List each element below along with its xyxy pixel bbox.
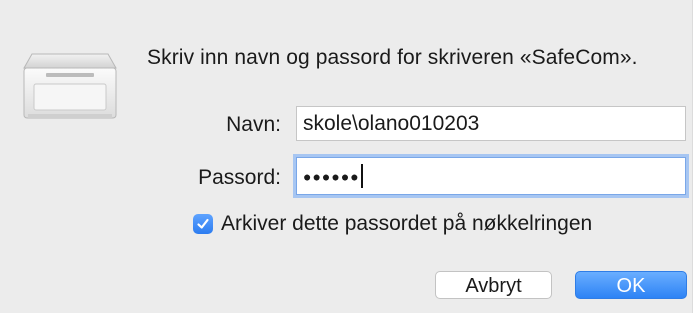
text-caret xyxy=(360,164,363,189)
password-dialog: Skriv inn navn og passord for skriveren … xyxy=(0,0,693,313)
password-field[interactable]: ●●●●●● xyxy=(296,157,686,195)
name-field[interactable]: skole\olano010203 xyxy=(296,106,686,141)
remember-password-row[interactable]: Arkiver dette passordet på nøkkelringen xyxy=(193,212,592,236)
name-label: Navn: xyxy=(226,113,281,136)
printer-icon xyxy=(18,50,122,122)
password-mask: ●●●●●● xyxy=(303,168,360,185)
remember-password-label: Arkiver dette passordet på nøkkelringen xyxy=(221,212,593,235)
ok-button[interactable]: OK xyxy=(575,271,687,299)
dialog-message: Skriv inn navn og passord for skriveren … xyxy=(147,46,638,69)
remember-password-checkbox[interactable] xyxy=(193,214,213,234)
name-field-value: skole\olano010203 xyxy=(303,112,480,135)
cancel-button[interactable]: Avbryt xyxy=(435,271,552,299)
checkmark-icon xyxy=(197,218,209,229)
password-label: Passord: xyxy=(198,166,281,189)
